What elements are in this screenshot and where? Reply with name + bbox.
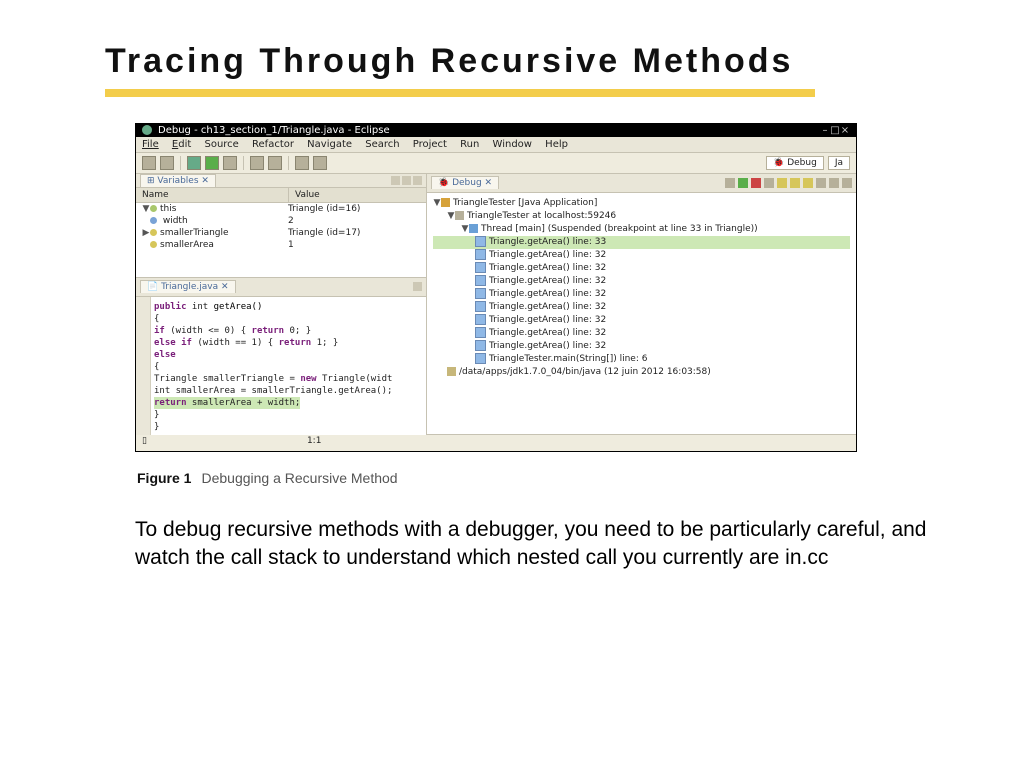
var-row: ▼this Triangle (id=16) bbox=[136, 203, 426, 215]
maximize-icon[interactable] bbox=[842, 178, 852, 188]
variables-columns: Name Value bbox=[136, 188, 426, 203]
figure-caption: Figure 1Debugging a Recursive Method bbox=[137, 470, 949, 486]
tab-editor-file[interactable]: 📄 Triangle.java ✕ bbox=[140, 280, 236, 293]
window-controls[interactable]: –□× bbox=[820, 125, 850, 136]
vm-icon bbox=[455, 211, 464, 220]
minimize-icon[interactable] bbox=[402, 176, 411, 185]
ext-tools-icon[interactable] bbox=[223, 156, 237, 170]
frame-icon bbox=[475, 327, 486, 338]
drop-frame-icon[interactable] bbox=[816, 178, 826, 188]
frame-icon bbox=[475, 340, 486, 351]
frame-icon bbox=[475, 353, 486, 364]
view-menu-icon[interactable] bbox=[391, 176, 400, 185]
menu-bar[interactable]: File Edit Source Refactor Navigate Searc… bbox=[136, 137, 856, 153]
nav-back-icon[interactable] bbox=[295, 156, 309, 170]
stack-frame-selected: Triangle.getArea() line: 33 bbox=[433, 236, 850, 249]
window-titlebar: Debug - ch13_section_1/Triangle.java - E… bbox=[136, 124, 856, 137]
process-icon bbox=[447, 367, 456, 376]
maximize-icon[interactable] bbox=[413, 176, 422, 185]
menu-navigate[interactable]: Navigate bbox=[307, 139, 352, 150]
var-row: width 2 bbox=[136, 215, 426, 227]
col-name[interactable]: Name bbox=[136, 188, 289, 202]
var-row: smallerArea 1 bbox=[136, 239, 426, 251]
variables-view-header: ⊞ Variables ✕ bbox=[136, 174, 426, 188]
tab-debug[interactable]: 🐞 Debug ✕ bbox=[431, 176, 499, 189]
frame-icon bbox=[475, 314, 486, 325]
debug-icon bbox=[142, 125, 152, 135]
perspective-java[interactable]: Ja bbox=[828, 156, 850, 170]
perspective-debug[interactable]: 🐞 Debug bbox=[766, 156, 824, 170]
menu-help[interactable]: Help bbox=[545, 139, 568, 150]
main-toolbar[interactable]: 🐞 Debug Ja bbox=[136, 153, 856, 174]
java-app-icon bbox=[441, 198, 450, 207]
frame-icon bbox=[475, 301, 486, 312]
frame-icon bbox=[475, 236, 486, 247]
save-icon[interactable] bbox=[160, 156, 174, 170]
stop-icon[interactable] bbox=[751, 178, 761, 188]
step-return-icon[interactable] bbox=[803, 178, 813, 188]
new-icon[interactable] bbox=[142, 156, 156, 170]
variables-body[interactable]: ▼this Triangle (id=16) width 2 ▶smallerT… bbox=[136, 203, 426, 277]
step-over-icon[interactable] bbox=[790, 178, 800, 188]
body-paragraph: To debug recursive methods with a debugg… bbox=[135, 516, 949, 573]
debug-view-header: 🐞 Debug ✕ bbox=[427, 174, 856, 193]
menu-project[interactable]: Project bbox=[413, 139, 447, 150]
search-icon[interactable] bbox=[268, 156, 282, 170]
title-underline bbox=[105, 89, 815, 97]
frame-icon bbox=[475, 249, 486, 260]
maximize-icon[interactable] bbox=[413, 282, 422, 291]
debug-tree[interactable]: ▼TriangleTester [Java Application] ▼Tria… bbox=[427, 193, 856, 434]
run-icon[interactable] bbox=[205, 156, 219, 170]
frame-icon bbox=[475, 262, 486, 273]
play-icon[interactable] bbox=[738, 178, 748, 188]
menu-source[interactable]: Source bbox=[204, 139, 238, 150]
window-title: Debug - ch13_section_1/Triangle.java - E… bbox=[158, 125, 390, 136]
nav-fwd-icon[interactable] bbox=[313, 156, 327, 170]
var-row: ▶smallerTriangle Triangle (id=17) bbox=[136, 227, 426, 239]
slide-title: Tracing Through Recursive Methods bbox=[105, 40, 949, 83]
resume-icon[interactable] bbox=[725, 178, 735, 188]
cursor-position: 1:1 bbox=[307, 436, 321, 450]
tab-variables[interactable]: ⊞ Variables ✕ bbox=[140, 174, 216, 187]
menu-file[interactable]: File bbox=[142, 139, 159, 150]
frame-icon bbox=[475, 288, 486, 299]
eclipse-ide-screenshot: Debug - ch13_section_1/Triangle.java - E… bbox=[135, 123, 857, 452]
thread-icon bbox=[469, 224, 478, 233]
menu-refactor[interactable]: Refactor bbox=[252, 139, 294, 150]
open-type-icon[interactable] bbox=[250, 156, 264, 170]
col-value[interactable]: Value bbox=[289, 188, 326, 202]
debug-run-icon[interactable] bbox=[187, 156, 201, 170]
minimize-icon[interactable] bbox=[829, 178, 839, 188]
step-into-icon[interactable] bbox=[777, 178, 787, 188]
menu-run[interactable]: Run bbox=[460, 139, 479, 150]
disconnect-icon[interactable] bbox=[764, 178, 774, 188]
status-bar: ▯ 1:1 bbox=[136, 434, 856, 451]
menu-window[interactable]: Window bbox=[493, 139, 532, 150]
code-area[interactable]: public int getArea() { if (width <= 0) {… bbox=[136, 297, 426, 435]
menu-edit[interactable]: Edit bbox=[172, 139, 191, 150]
menu-search[interactable]: Search bbox=[365, 139, 399, 150]
frame-icon bbox=[475, 275, 486, 286]
editor-pane: 📄 Triangle.java ✕ public int getArea() {… bbox=[136, 277, 426, 435]
